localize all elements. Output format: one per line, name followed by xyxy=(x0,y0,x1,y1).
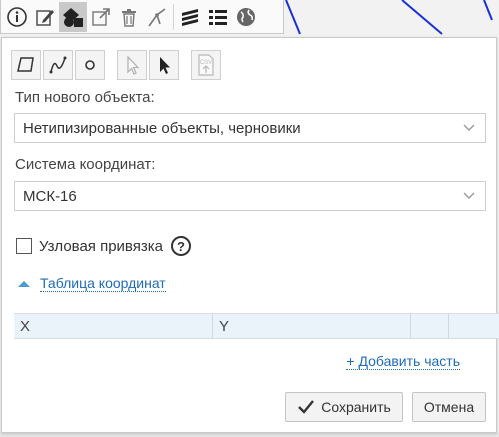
main-toolbar xyxy=(0,0,284,34)
column-header-y: Y xyxy=(213,314,411,338)
coords-table-toggle[interactable]: Таблица координат xyxy=(18,276,166,292)
collapse-triangle-icon xyxy=(18,281,30,287)
chevron-down-icon xyxy=(463,124,475,131)
polyline-tool-icon xyxy=(49,56,67,74)
object-type-label: Тип нового объекта: xyxy=(15,89,155,106)
draw-objects-icon xyxy=(63,7,83,27)
info-icon xyxy=(7,6,27,27)
globe-button[interactable] xyxy=(232,2,260,32)
list-button[interactable] xyxy=(204,2,232,32)
column-header-empty xyxy=(411,314,449,338)
select-arrow-filled-icon xyxy=(160,57,170,74)
map-line xyxy=(285,0,301,35)
circle-tool-button[interactable] xyxy=(75,50,105,80)
coords-table-header: X Y xyxy=(14,313,499,339)
csv-icon-text: CSV xyxy=(200,60,212,66)
snapping-label[interactable]: Узловая привязка xyxy=(39,238,163,255)
csv-import-icon: CSV xyxy=(198,54,214,76)
crs-select[interactable]: МСК-16 xyxy=(14,181,486,211)
snapping-row: Узловая привязка ? xyxy=(16,236,191,256)
help-icon[interactable]: ? xyxy=(170,236,191,256)
globe-icon xyxy=(237,7,255,26)
delete-button[interactable] xyxy=(115,2,143,32)
crs-label: Система координат: xyxy=(15,156,156,173)
layers-button[interactable] xyxy=(176,2,204,32)
map-line xyxy=(401,0,443,35)
list-icon xyxy=(209,9,227,25)
snapping-checkbox[interactable] xyxy=(16,238,32,254)
map-line xyxy=(483,0,493,21)
export-button[interactable] xyxy=(87,2,115,32)
select-arrow-outline-icon xyxy=(127,55,140,75)
draw-object-panel: CSV Тип нового объекта: Нетипизированные… xyxy=(1,37,499,433)
add-part-link[interactable]: + Добавить часть xyxy=(346,354,460,370)
toolbar-separator xyxy=(173,3,174,30)
measure-icon xyxy=(148,7,166,26)
draw-toolbar: CSV xyxy=(11,50,223,80)
info-button[interactable] xyxy=(3,2,31,32)
polygon-tool-icon xyxy=(17,57,34,72)
object-type-value: Нетипизированные объекты, черновики xyxy=(23,119,301,137)
crs-value: МСК-16 xyxy=(23,187,77,205)
save-button[interactable]: Сохранить xyxy=(285,392,403,422)
csv-import-button[interactable]: CSV xyxy=(191,50,221,80)
circle-tool-icon xyxy=(85,60,95,70)
measure-button[interactable] xyxy=(143,2,171,32)
layers-icon xyxy=(182,8,198,26)
edit-icon xyxy=(36,9,54,26)
chevron-down-icon xyxy=(463,192,475,199)
save-label: Сохранить xyxy=(321,399,391,415)
polyline-tool-button[interactable] xyxy=(43,50,73,80)
map-bottom-strip xyxy=(0,433,499,437)
cancel-button[interactable]: Отмена xyxy=(412,392,486,422)
column-header-empty xyxy=(449,314,499,338)
select-filled-tool-button[interactable] xyxy=(149,50,179,80)
checkmark-icon xyxy=(298,400,315,414)
coords-table-link[interactable]: Таблица координат xyxy=(40,276,166,292)
draw-objects-button[interactable] xyxy=(59,1,87,32)
trash-icon xyxy=(122,8,136,27)
select-outline-tool-button[interactable] xyxy=(117,50,147,80)
polygon-tool-button[interactable] xyxy=(11,50,41,80)
column-header-x: X xyxy=(14,314,213,338)
edit-button[interactable] xyxy=(31,2,59,32)
object-type-select[interactable]: Нетипизированные объекты, черновики xyxy=(14,113,486,143)
export-icon xyxy=(92,7,110,26)
